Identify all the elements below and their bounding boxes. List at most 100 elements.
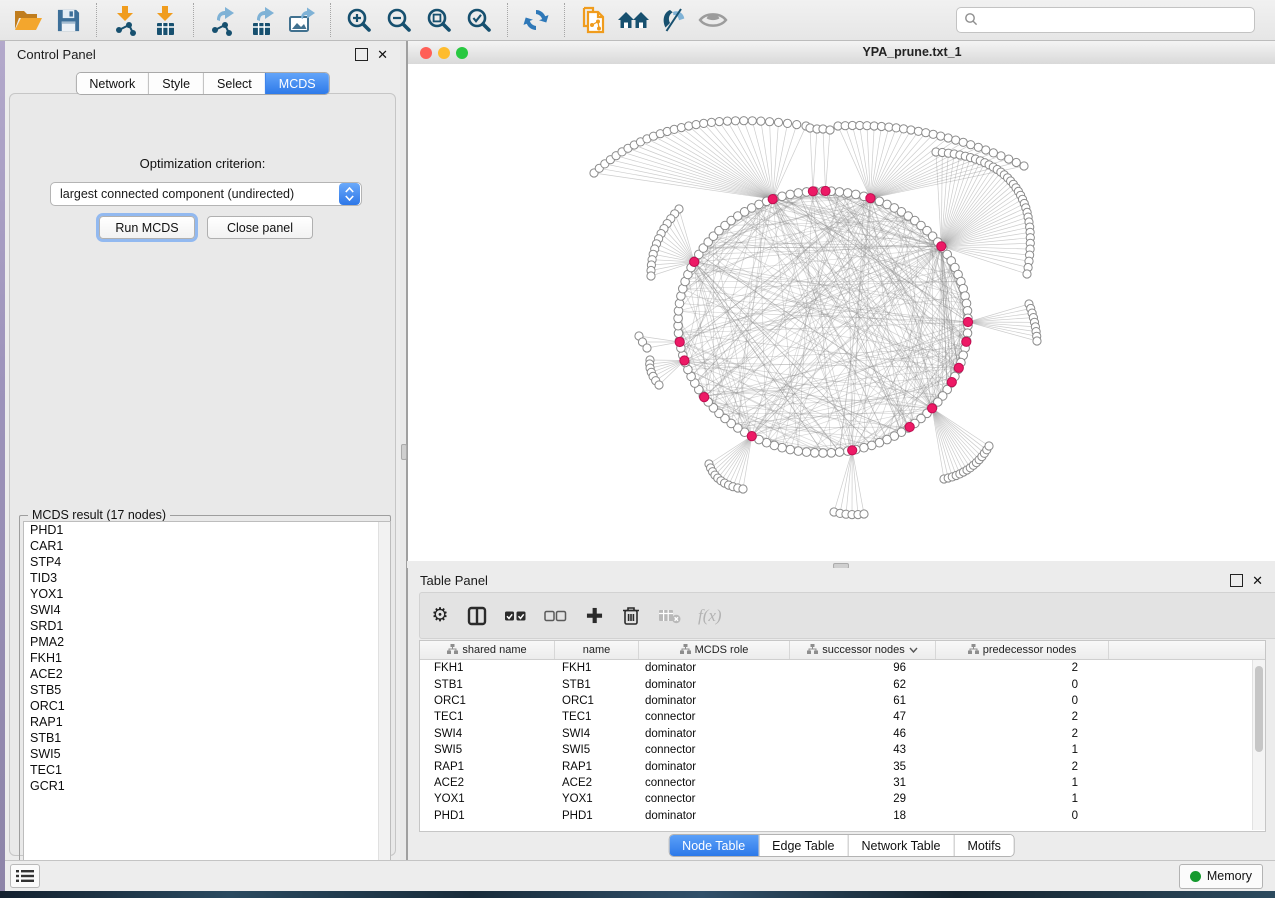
save-session-icon[interactable] (51, 4, 85, 36)
export-table-icon[interactable] (245, 4, 279, 36)
graphics-details-icon[interactable] (656, 4, 690, 36)
tab-network-table[interactable]: Network Table (848, 835, 954, 856)
column-header-shared-name[interactable]: shared name (420, 641, 555, 659)
delete-column-icon[interactable] (621, 604, 641, 628)
tab-mcds[interactable]: MCDS (265, 73, 329, 94)
table-cell: 1 (932, 793, 1104, 805)
deselect-all-icon[interactable] (544, 604, 567, 628)
node-table[interactable]: shared namenameMCDS rolesuccessor nodes p… (419, 640, 1266, 832)
vertical-splitter[interactable] (400, 41, 407, 867)
table-row[interactable]: STB1STB1dominator620 (420, 676, 1265, 692)
cytopanel-list-button[interactable] (10, 864, 40, 888)
table-scrollbar[interactable] (1252, 660, 1265, 830)
mcds-result-item[interactable]: TEC1 (24, 762, 390, 778)
table-row[interactable]: SWI4SWI4dominator462 (420, 726, 1265, 742)
table-cell: 62 (787, 679, 932, 691)
import-table-icon[interactable] (148, 4, 182, 36)
table-row[interactable]: YOX1YOX1connector291 (420, 791, 1265, 807)
show-columns-icon[interactable] (467, 604, 487, 628)
memory-button[interactable]: Memory (1179, 864, 1263, 889)
select-all-icon[interactable] (504, 604, 527, 628)
network-window-titlebar[interactable]: YPA_prune.txt_1 (408, 41, 1275, 65)
close-panel-icon[interactable]: ✕ (377, 49, 388, 60)
mcds-result-item[interactable]: STB5 (24, 682, 390, 698)
table-cell: dominator (637, 662, 787, 674)
mcds-result-item[interactable]: STP4 (24, 554, 390, 570)
network-canvas[interactable] (408, 64, 1275, 562)
table-row[interactable]: FKH1FKH1dominator962 (420, 660, 1265, 676)
mcds-result-item[interactable]: GCR1 (24, 778, 390, 794)
mcds-list-scrollbar[interactable] (378, 522, 390, 886)
delete-table-icon[interactable] (658, 604, 681, 628)
zoom-selected-icon[interactable] (462, 4, 496, 36)
table-panel: Table Panel ✕ ⚙f(x) shared namenameMCDS … (407, 568, 1275, 860)
optimization-criterion-dropdown[interactable]: largest connected component (undirected) (50, 182, 362, 206)
column-label: predecessor nodes (983, 644, 1077, 656)
mcds-result-item[interactable]: CAR1 (24, 538, 390, 554)
show-eye-icon[interactable] (696, 4, 730, 36)
add-column-icon[interactable] (584, 604, 604, 628)
table-row[interactable]: SWI5SWI5connector431 (420, 742, 1265, 758)
mcds-result-item[interactable]: STB1 (24, 730, 390, 746)
zoom-fit-icon[interactable] (422, 4, 456, 36)
minimize-window-traffic-light[interactable] (438, 47, 450, 59)
maximize-window-traffic-light[interactable] (456, 47, 468, 59)
tab-select[interactable]: Select (203, 73, 265, 94)
search-input[interactable] (983, 10, 1254, 30)
table-row[interactable]: ORC1ORC1dominator610 (420, 693, 1265, 709)
table-row[interactable]: PHD1PHD1dominator180 (420, 808, 1265, 824)
table-row[interactable]: RAP1RAP1dominator352 (420, 758, 1265, 774)
column-header-MCDS-role[interactable]: MCDS role (639, 641, 790, 659)
clone-network-icon[interactable] (576, 4, 610, 36)
mcds-result-item[interactable]: ACE2 (24, 666, 390, 682)
mcds-result-item[interactable]: FKH1 (24, 650, 390, 666)
mcds-result-item[interactable]: RAP1 (24, 714, 390, 730)
tab-edge-table[interactable]: Edge Table (758, 835, 847, 856)
column-header-successor-nodes[interactable]: successor nodes (790, 641, 936, 659)
network-manager-icon[interactable] (616, 4, 650, 36)
close-window-traffic-light[interactable] (420, 47, 432, 59)
sitemap-icon (447, 644, 458, 657)
table-row[interactable]: TEC1TEC1connector472 (420, 709, 1265, 725)
mcds-result-item[interactable]: SWI4 (24, 602, 390, 618)
column-header-predecessor-nodes[interactable]: predecessor nodes (936, 641, 1109, 659)
table-settings-gear-icon[interactable]: ⚙ (430, 604, 450, 628)
tab-motifs[interactable]: Motifs (953, 835, 1013, 856)
float-panel-icon[interactable] (1230, 574, 1243, 587)
network-graph[interactable] (408, 64, 1275, 562)
sitemap-icon (807, 644, 818, 657)
search-field[interactable] (956, 7, 1255, 33)
table-cell: ACE2 (554, 777, 637, 789)
mcds-result-item[interactable]: YOX1 (24, 586, 390, 602)
float-panel-icon[interactable] (355, 48, 368, 61)
zoom-out-icon[interactable] (382, 4, 416, 36)
column-header-name[interactable]: name (555, 641, 639, 659)
import-network-icon[interactable] (108, 4, 142, 36)
tab-style[interactable]: Style (148, 73, 203, 94)
toolbar-separator (507, 3, 508, 37)
horizontal-splitter[interactable] (407, 561, 1275, 568)
export-network-icon[interactable] (205, 4, 239, 36)
table-scrollbar-thumb[interactable] (1255, 666, 1263, 752)
open-file-icon[interactable] (11, 4, 45, 36)
tab-network[interactable]: Network (76, 73, 148, 94)
mcds-result-item[interactable]: TID3 (24, 570, 390, 586)
refresh-icon[interactable] (519, 4, 553, 36)
mcds-result-list[interactable]: PHD1CAR1STP4TID3YOX1SWI4SRD1PMA2FKH1ACE2… (23, 521, 391, 887)
mcds-result-item[interactable]: PHD1 (24, 522, 390, 538)
mcds-result-item[interactable]: SRD1 (24, 618, 390, 634)
list-icon (16, 869, 34, 883)
close-panel-icon[interactable]: ✕ (1252, 575, 1263, 586)
close-panel-button[interactable]: Close panel (207, 216, 313, 239)
tab-node-table[interactable]: Node Table (669, 835, 758, 856)
mcds-result-item[interactable]: ORC1 (24, 698, 390, 714)
mcds-panel: Optimization criterion: largest connecte… (9, 93, 396, 856)
mcds-result-item[interactable]: SWI5 (24, 746, 390, 762)
toolbar-separator (330, 3, 331, 37)
zoom-in-icon[interactable] (342, 4, 376, 36)
run-mcds-button[interactable]: Run MCDS (99, 216, 195, 239)
function-builder-icon[interactable]: f(x) (698, 604, 722, 628)
mcds-result-item[interactable]: PMA2 (24, 634, 390, 650)
table-row[interactable]: ACE2ACE2connector311 (420, 775, 1265, 791)
export-image-icon[interactable] (285, 4, 319, 36)
